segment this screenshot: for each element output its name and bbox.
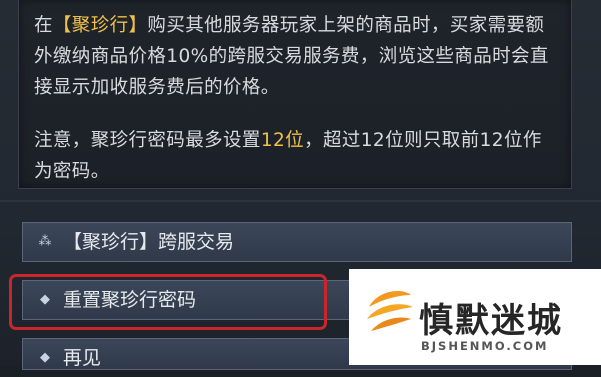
diamond-icon: ◆: [40, 350, 50, 365]
option-label: 再见: [63, 347, 102, 369]
info-paragraph-1: 在【聚珍行】购买其他服务器玩家上架的商品时，买家需要额外缴纳商品价格10%的跨服…: [34, 10, 554, 103]
cluster-icon: ⁂: [38, 234, 52, 249]
divider: [0, 200, 601, 202]
selection-outline: [9, 274, 327, 330]
watermark-title: 慎默迷城: [419, 301, 563, 341]
p2-highlight: 12位: [260, 130, 305, 151]
option-label: 【聚珍行】跨服交易: [63, 231, 235, 253]
watermark: 慎默迷城 BJSHENMO.COM: [349, 269, 601, 365]
dialog-panel: 在【聚珍行】购买其他服务器玩家上架的商品时，买家需要额外缴纳商品价格10%的跨服…: [0, 0, 601, 370]
option-cross-server-trade[interactable]: ⁂ 【聚珍行】跨服交易: [22, 222, 572, 262]
p1-highlight: 【聚珍行】: [52, 15, 148, 36]
info-paragraph-2: 注意，聚珍行密码最多设置12位，超过12位则只取前12位作为密码。: [34, 125, 554, 187]
p1-text-before: 在: [34, 15, 53, 36]
logo-icon: [367, 291, 413, 331]
p2-text-before: 注意，聚珍行密码最多设置: [34, 130, 261, 151]
watermark-subtitle: BJSHENMO.COM: [421, 339, 549, 353]
